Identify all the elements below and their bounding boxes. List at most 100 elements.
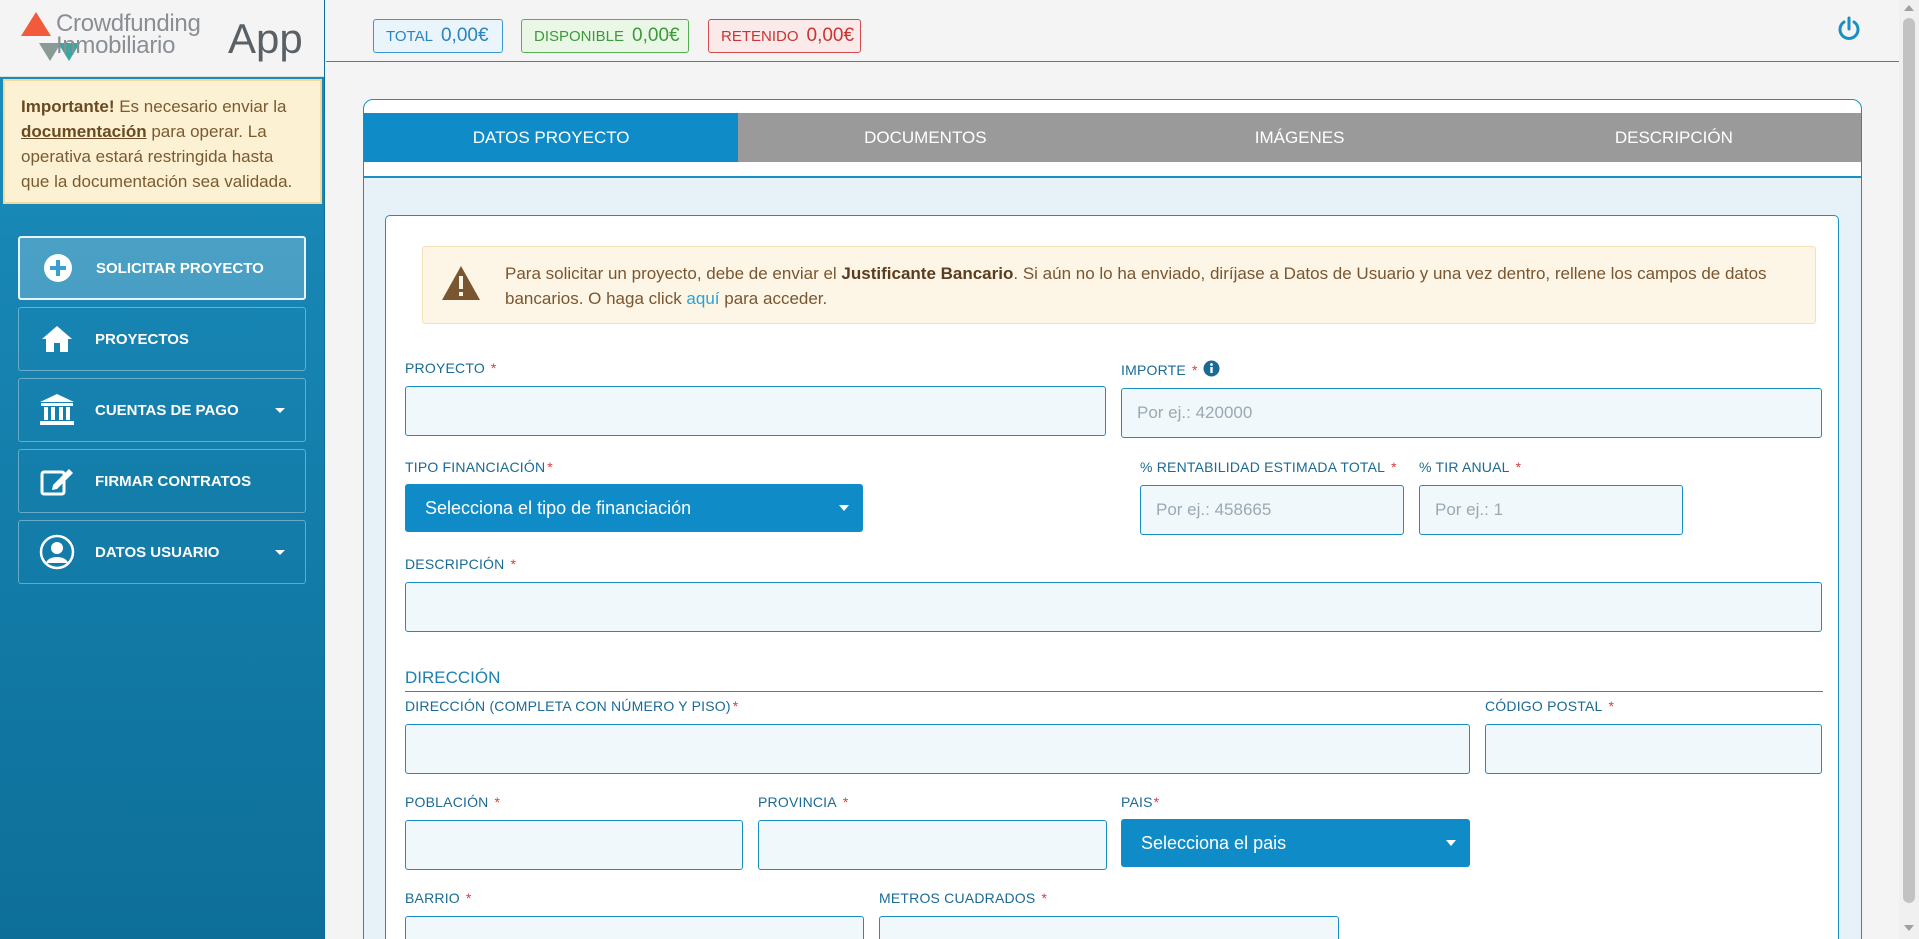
- barrio-label: BARRIO *: [405, 890, 472, 906]
- chevron-down-icon: [1446, 840, 1456, 846]
- importe-input[interactable]: Por ej.: 420000: [1121, 388, 1822, 438]
- metros-cuadrados-label-text: METROS CUADRADOS: [879, 890, 1036, 906]
- direccion-label: DIRECCIÓN (COMPLETA CON NÚMERO Y PISO) *: [405, 698, 738, 714]
- required-mark: *: [1391, 459, 1397, 475]
- sidebar-item-solicitar-proyecto[interactable]: SOLICITAR PROYECTO: [18, 236, 306, 300]
- scroll-down-icon[interactable]: [1904, 925, 1914, 931]
- info-icon[interactable]: [1203, 360, 1220, 377]
- retained-value: 0,00€: [806, 25, 855, 46]
- logo-line-2: Inmobiliario: [56, 32, 176, 59]
- rentabilidad-input[interactable]: Por ej.: 458665: [1140, 485, 1404, 535]
- notice-strong: Importante!: [21, 97, 115, 116]
- project-request-panel: DATOS PROYECTO DOCUMENTOS IMÁGENES DESCR…: [363, 99, 1862, 939]
- pais-select[interactable]: Selecciona el pais: [1121, 819, 1470, 867]
- required-mark: *: [1153, 794, 1160, 810]
- pais-label-text: PAIS: [1121, 794, 1153, 810]
- sidebar-item-label: FIRMAR CONTRATOS: [95, 472, 252, 490]
- required-mark: *: [547, 459, 553, 475]
- section-divider: [405, 691, 1823, 692]
- logo-text: Crowdfunding Inmobiliario: [56, 12, 201, 59]
- warning-here-link[interactable]: aquí: [686, 289, 719, 308]
- available-value: 0,00€: [632, 25, 680, 46]
- page-scrollbar[interactable]: [1899, 0, 1919, 939]
- sidebar-item-firmar-contratos[interactable]: FIRMAR CONTRATOS: [18, 449, 306, 513]
- logo-app-text: App: [228, 15, 303, 62]
- codigo-postal-input[interactable]: [1485, 724, 1822, 774]
- warning-icon: [441, 265, 481, 301]
- required-mark: *: [490, 360, 497, 376]
- scroll-up-icon[interactable]: [1904, 5, 1914, 11]
- required-mark: *: [1191, 362, 1198, 378]
- barrio-input[interactable]: [405, 916, 864, 939]
- importe-label: IMPORTE *: [1121, 362, 1198, 378]
- provincia-input[interactable]: [758, 820, 1107, 870]
- tipo-financiacion-label-text: TIPO FINANCIACIÓN: [405, 459, 546, 475]
- codigo-postal-label-text: CÓDIGO POSTAL: [1485, 698, 1603, 714]
- barrio-label-text: BARRIO: [405, 890, 460, 906]
- power-icon[interactable]: [1836, 16, 1862, 42]
- pais-label: PAIS*: [1121, 794, 1159, 810]
- sidebar-item-datos-usuario[interactable]: DATOS USUARIO: [18, 520, 306, 584]
- metros-cuadrados-input[interactable]: [879, 916, 1339, 939]
- descripcion-input[interactable]: [405, 582, 1822, 632]
- documentation-notice: Importante! Es necesario enviar la docum…: [3, 79, 322, 204]
- required-mark: *: [494, 794, 501, 810]
- tab-imagenes[interactable]: IMÁGENES: [1112, 113, 1487, 162]
- poblacion-input[interactable]: [405, 820, 743, 870]
- notice-documentation-link[interactable]: documentación: [21, 122, 147, 141]
- required-mark: *: [465, 890, 472, 906]
- tir-anual-input[interactable]: Por ej.: 1: [1419, 485, 1683, 535]
- sidebar-item-label: SOLICITAR PROYECTO: [96, 259, 264, 277]
- rentabilidad-label: % RENTABILIDAD ESTIMADA TOTAL *: [1140, 459, 1397, 475]
- required-mark: *: [842, 794, 849, 810]
- direccion-label-text: DIRECCIÓN (COMPLETA CON NÚMERO Y PISO): [405, 698, 731, 714]
- poblacion-label: POBLACIÓN *: [405, 794, 500, 810]
- logo[interactable]: Crowdfunding Inmobiliario App: [0, 0, 324, 77]
- importe-placeholder: Por ej.: 420000: [1137, 403, 1253, 422]
- tipo-financiacion-label: TIPO FINANCIACIÓN *: [405, 459, 553, 475]
- sidebar-item-cuentas-de-pago[interactable]: CUENTAS DE PAGO: [18, 378, 306, 442]
- sidebar-item-proyectos[interactable]: PROYECTOS: [18, 307, 306, 371]
- notice-text-1: Es necesario enviar la: [114, 97, 287, 116]
- plus-circle-icon: [38, 248, 78, 288]
- logo-red-triangle-icon: [21, 12, 51, 36]
- direccion-input[interactable]: [405, 724, 1470, 774]
- tir-anual-label-text: % TIR ANUAL: [1419, 459, 1510, 475]
- project-form: Para solicitar un proyecto, debe de envi…: [385, 215, 1839, 939]
- tab-datos-proyecto[interactable]: DATOS PROYECTO: [364, 113, 739, 162]
- sidebar-item-label: PROYECTOS: [95, 330, 189, 348]
- user-icon: [37, 532, 77, 572]
- total-value: 0,00€: [440, 25, 489, 46]
- home-icon: [37, 319, 77, 359]
- proyecto-label-text: PROYECTO: [405, 360, 485, 376]
- tab-descripcion[interactable]: DESCRIPCIÓN: [1486, 113, 1861, 162]
- sidebar: Crowdfunding Inmobiliario App Importante…: [0, 0, 325, 939]
- rentabilidad-placeholder: Por ej.: 458665: [1156, 500, 1272, 519]
- required-mark: *: [1608, 698, 1615, 714]
- tir-anual-placeholder: Por ej.: 1: [1435, 500, 1504, 519]
- importe-label-text: IMPORTE: [1121, 362, 1186, 378]
- bank-icon: [37, 390, 77, 430]
- descripcion-label: DESCRIPCIÓN *: [405, 556, 516, 572]
- provincia-label-text: PROVINCIA: [758, 794, 837, 810]
- available-label: DISPONIBLE: [534, 27, 625, 45]
- direccion-section-title: DIRECCIÓN: [405, 668, 501, 687]
- warning-bold: Justificante Bancario: [841, 264, 1014, 283]
- chevron-down-icon: [275, 550, 285, 555]
- pais-value: Selecciona el pais: [1141, 832, 1287, 853]
- retained-balance-badge: RETENIDO 0,00€: [708, 19, 861, 53]
- codigo-postal-label: CÓDIGO POSTAL *: [1485, 698, 1614, 714]
- tab-content: Para solicitar un proyecto, debe de envi…: [364, 176, 1861, 939]
- tipo-financiacion-select[interactable]: Selecciona el tipo de financiación: [405, 484, 863, 532]
- total-balance-badge: TOTAL 0,00€: [373, 19, 503, 53]
- scroll-thumb[interactable]: [1903, 18, 1915, 903]
- tir-anual-label: % TIR ANUAL *: [1419, 459, 1521, 475]
- proyecto-input[interactable]: [405, 386, 1106, 436]
- bank-receipt-warning: Para solicitar un proyecto, debe de envi…: [422, 246, 1816, 324]
- edit-icon: [37, 461, 77, 501]
- tab-documentos[interactable]: DOCUMENTOS: [738, 113, 1113, 162]
- descripcion-label-text: DESCRIPCIÓN: [405, 556, 505, 572]
- required-mark: *: [510, 556, 517, 572]
- total-label: TOTAL: [386, 27, 433, 45]
- required-mark: *: [1041, 890, 1048, 906]
